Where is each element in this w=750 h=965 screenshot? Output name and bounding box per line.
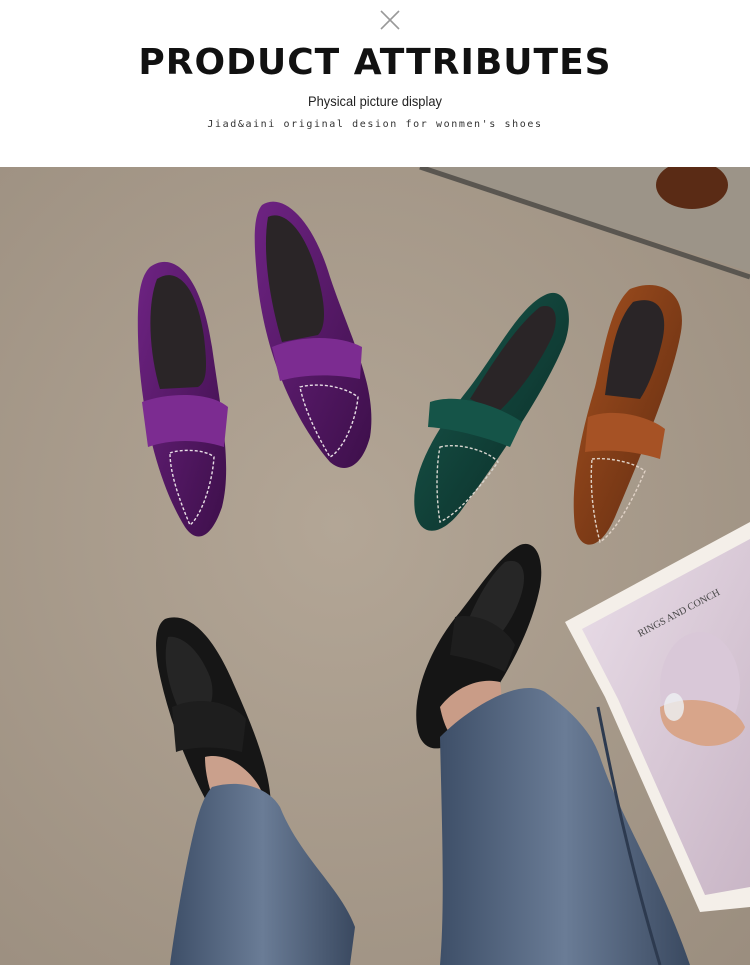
product-photo: RINGS AND CONCH [0, 167, 750, 965]
header: PRODUCT ATTRIBUTES Physical picture disp… [0, 0, 750, 167]
brand-tagline: Jiad&aini original desion for wonmen's s… [207, 119, 543, 130]
page-title: PRODUCT ATTRIBUTES [138, 42, 612, 83]
page-subtitle: Physical picture display [308, 93, 442, 109]
product-photo-illustration: RINGS AND CONCH [0, 167, 750, 965]
close-icon[interactable] [379, 9, 401, 31]
